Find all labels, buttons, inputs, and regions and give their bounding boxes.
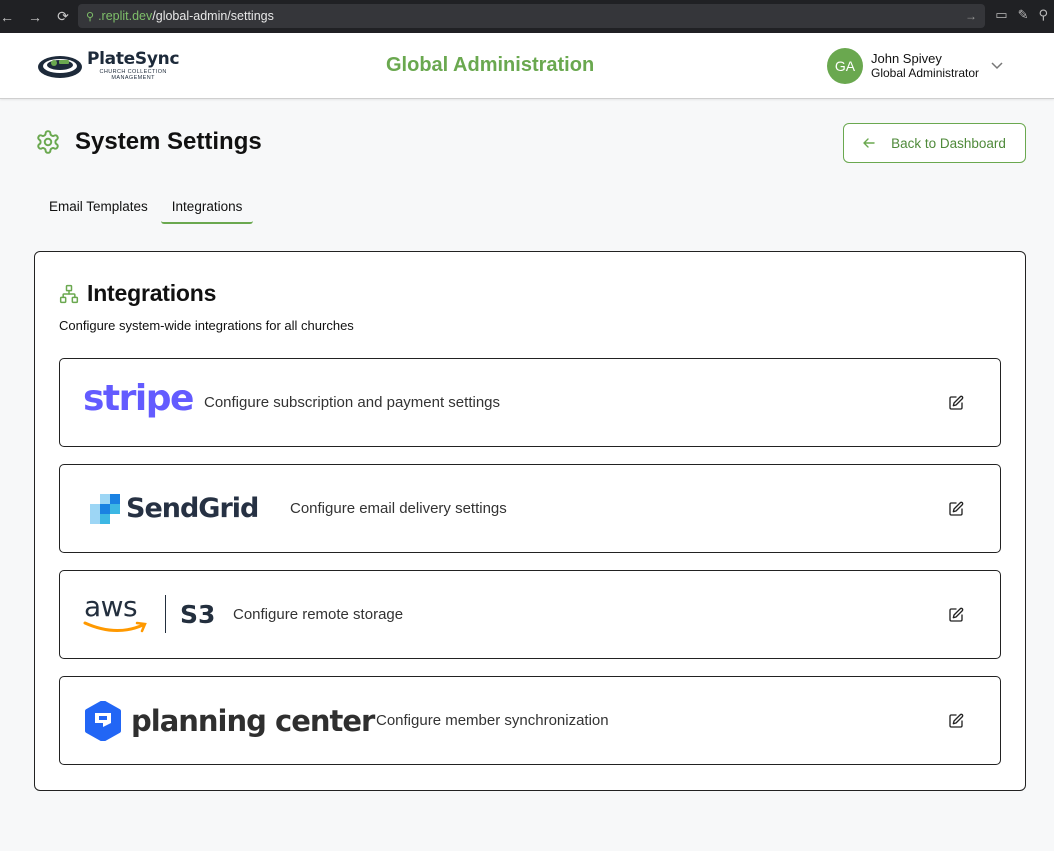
wrench-icon[interactable]: ✎ bbox=[1018, 7, 1029, 23]
reload-icon[interactable]: ⟳ bbox=[56, 8, 70, 25]
integration-description: Configure subscription and payment setti… bbox=[204, 394, 501, 411]
card-subtitle: Configure system-wide integrations for a… bbox=[59, 318, 354, 333]
sendgrid-logo-text: SendGrid bbox=[126, 493, 259, 524]
link-icon[interactable]: ⚲ bbox=[1038, 7, 1048, 23]
s3-logo-text: S3 bbox=[180, 599, 216, 629]
planning-center-logo-text: planning center bbox=[131, 704, 375, 738]
back-arrow-icon[interactable]: ← bbox=[0, 9, 14, 25]
arrow-left-icon bbox=[863, 138, 875, 148]
edit-icon[interactable] bbox=[948, 501, 964, 517]
edit-icon[interactable] bbox=[948, 713, 964, 729]
settings-tabs: Email Templates Integrations bbox=[38, 193, 255, 224]
planning-center-logo: planning center bbox=[83, 701, 375, 741]
stripe-logo: stripe bbox=[83, 378, 194, 419]
integration-description: Configure member synchronization bbox=[376, 712, 609, 729]
integration-sendgrid: SendGrid Configure email delivery settin… bbox=[59, 464, 1001, 553]
avatar[interactable]: GA bbox=[827, 48, 863, 84]
logo-name: PlateSync bbox=[87, 49, 180, 69]
header-title: Global Administration bbox=[386, 54, 595, 76]
integrations-card: Integrations Configure system-wide integ… bbox=[34, 251, 1026, 791]
integration-planning-center: planning center Configure member synchro… bbox=[59, 676, 1001, 765]
plate-logo-icon bbox=[38, 56, 82, 78]
integration-description: Configure email delivery settings bbox=[290, 500, 507, 517]
integration-description: Configure remote storage bbox=[233, 606, 404, 623]
back-to-dashboard-label: Back to Dashboard bbox=[891, 135, 1006, 151]
tab-integrations[interactable]: Integrations bbox=[160, 193, 254, 224]
logo-tagline-2: MANAGEMENT bbox=[111, 74, 155, 81]
page-title: System Settings bbox=[75, 128, 262, 155]
address-bar[interactable]: ⚲ .replit.dev/global-admin/settings → bbox=[78, 4, 985, 28]
logo-divider bbox=[165, 595, 166, 633]
card-title: Integrations bbox=[87, 280, 217, 306]
user-name: John Spivey bbox=[871, 50, 942, 66]
browser-right-icons: ▭ ✎ ⚲ bbox=[995, 7, 1048, 23]
sendgrid-logo: SendGrid bbox=[90, 493, 259, 524]
browser-nav: ← → ⟳ bbox=[0, 8, 78, 25]
edit-icon[interactable] bbox=[948, 395, 964, 411]
forward-arrow-icon[interactable]: → bbox=[28, 9, 42, 25]
aws-logo-text: aws bbox=[84, 590, 138, 623]
page-title-row: System Settings bbox=[35, 128, 262, 156]
tab-email-templates[interactable]: Email Templates bbox=[38, 193, 159, 224]
planning-center-mark-icon bbox=[85, 701, 121, 741]
go-arrow-icon[interactable]: → bbox=[965, 9, 977, 23]
monitor-icon[interactable]: ▭ bbox=[995, 7, 1007, 23]
url-host: .replit.dev bbox=[98, 9, 153, 23]
aws-smile-icon bbox=[83, 621, 147, 633]
link-icon: ⚲ bbox=[86, 10, 95, 23]
platesync-logo[interactable]: PlateSync CHURCH COLLECTION MANAGEMENT bbox=[37, 49, 180, 81]
browser-chrome: ← → ⟳ ⚲ .replit.dev/global-admin/setting… bbox=[0, 0, 1054, 33]
aws-s3-logo: aws S3 bbox=[83, 593, 215, 635]
url-path: /global-admin/settings bbox=[152, 9, 274, 23]
back-to-dashboard-button[interactable]: Back to Dashboard bbox=[843, 123, 1026, 163]
gear-icon bbox=[37, 130, 59, 154]
network-icon bbox=[59, 284, 79, 303]
integration-aws-s3: aws S3 Configure remote storage bbox=[59, 570, 1001, 659]
app-header: PlateSync CHURCH COLLECTION MANAGEMENT G… bbox=[0, 33, 1054, 99]
integration-stripe: stripe Configure subscription and paymen… bbox=[59, 358, 1001, 447]
sendgrid-mark-icon bbox=[90, 493, 120, 524]
edit-icon[interactable] bbox=[948, 607, 964, 623]
card-title-row: Integrations bbox=[59, 280, 216, 307]
user-role: Global Administrator bbox=[871, 65, 980, 80]
chevron-down-icon[interactable] bbox=[991, 62, 1003, 70]
user-menu[interactable]: GA John Spivey Global Administrator bbox=[827, 48, 1003, 84]
